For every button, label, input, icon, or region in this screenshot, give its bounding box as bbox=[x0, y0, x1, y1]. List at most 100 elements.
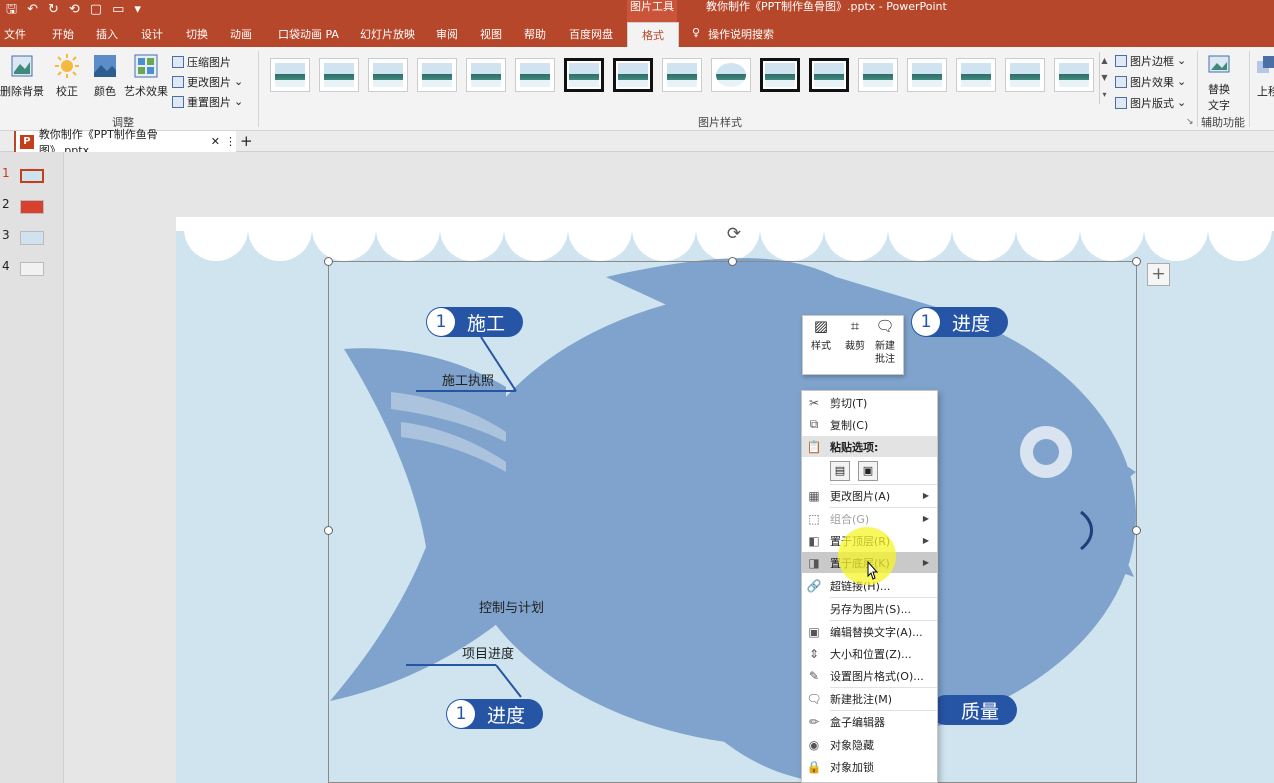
slide-thumbnail-4[interactable] bbox=[20, 262, 44, 276]
style-preview bbox=[324, 63, 354, 87]
menu-item-format-picture[interactable]: ✎ 设置图片格式(O)... bbox=[802, 665, 937, 686]
slide-thumbnail-1[interactable] bbox=[20, 169, 44, 183]
picture-style-5[interactable] bbox=[466, 58, 506, 92]
picture-style-7[interactable] bbox=[564, 58, 604, 92]
alt-text-label-2: 文字 bbox=[1208, 99, 1230, 112]
menu-item-copy[interactable]: ⧉ 复制(C) bbox=[802, 414, 937, 435]
tell-me-search[interactable]: ♀ 操作说明搜索 bbox=[692, 26, 774, 42]
picture-layout-button[interactable]: 图片版式 ⌄ bbox=[1115, 94, 1186, 111]
style-label: 样式 bbox=[811, 341, 831, 352]
picture-style-4[interactable] bbox=[417, 58, 457, 92]
alt-text-button[interactable]: 替换 文字 bbox=[1206, 53, 1232, 113]
reset-picture-button[interactable]: 重置图片 ⌄ bbox=[172, 93, 243, 110]
tab-insert[interactable]: 插入 bbox=[96, 26, 118, 42]
repeat-icon[interactable]: ⟲ bbox=[69, 2, 80, 18]
paste-picture-icon[interactable]: ▣ bbox=[858, 461, 878, 481]
tab-design[interactable]: 设计 bbox=[141, 26, 163, 42]
picture-border-button[interactable]: 图片边框 ⌄ bbox=[1115, 52, 1186, 69]
scroll-up-icon[interactable]: ▲ bbox=[1100, 52, 1109, 69]
resize-handle[interactable] bbox=[728, 257, 737, 266]
save-icon[interactable]: 🖫 bbox=[6, 2, 17, 18]
menu-item-alt-text[interactable]: ▣ 编辑替换文字(A)... bbox=[802, 621, 937, 642]
style-preview bbox=[667, 63, 697, 87]
menu-item-box-editor[interactable]: ✏ 盒子编辑器 bbox=[802, 711, 937, 732]
redo-icon[interactable]: ↻ bbox=[48, 2, 59, 18]
picture-style-14[interactable] bbox=[907, 58, 947, 92]
picture-style-17[interactable] bbox=[1054, 58, 1094, 92]
menu-item-lock-object[interactable]: 🔒 对象加锁 bbox=[802, 756, 937, 777]
scissors-icon: ✂ bbox=[808, 395, 820, 410]
picture-selection-frame[interactable] bbox=[328, 261, 1137, 783]
slide-number: 2 bbox=[2, 197, 10, 211]
tab-view[interactable]: 视图 bbox=[480, 26, 502, 42]
style-preview bbox=[912, 63, 942, 87]
rotate-handle-icon[interactable]: ⟳ bbox=[724, 224, 744, 244]
tab-baidu-netdisk[interactable]: 百度网盘 bbox=[569, 26, 613, 42]
crop-button[interactable]: ⌗ 裁剪 bbox=[845, 319, 865, 353]
picture-style-13[interactable] bbox=[858, 58, 898, 92]
resize-handle[interactable] bbox=[324, 257, 333, 266]
picture-style-15[interactable] bbox=[956, 58, 996, 92]
remove-background-button[interactable]: 删除背景 bbox=[0, 53, 44, 99]
menu-item-change-picture[interactable]: ▦ 更改图片(A) ▶ bbox=[802, 485, 937, 506]
window-title: 教你制作《PPT制作鱼骨图》.pptx - PowerPoint bbox=[706, 0, 947, 13]
tab-file[interactable]: 文件 bbox=[4, 26, 26, 42]
picture-style-6[interactable] bbox=[515, 58, 555, 92]
tab-review[interactable]: 审阅 bbox=[436, 26, 458, 42]
corrections-button[interactable]: 校正 bbox=[54, 53, 80, 99]
change-picture-button[interactable]: 更改图片 ⌄ bbox=[172, 73, 243, 90]
resize-handle[interactable] bbox=[1132, 257, 1141, 266]
new-comment-label-1: 新建 bbox=[875, 341, 895, 352]
gallery-scroll[interactable]: ▲ ▼ ▾ bbox=[1099, 52, 1109, 104]
menu-item-group[interactable]: ⬚ 组合(G) ▶ bbox=[802, 508, 937, 529]
picture-style-10[interactable] bbox=[711, 58, 751, 92]
tab-animations[interactable]: 动画 bbox=[230, 26, 252, 42]
menu-item-save-as-picture[interactable]: 另存为图片(S)... bbox=[802, 598, 937, 619]
paste-keep-icon[interactable]: ▤ bbox=[830, 461, 850, 481]
tab-help[interactable]: 帮助 bbox=[524, 26, 546, 42]
menu-item-hide-object[interactable]: ◉ 对象隐藏 bbox=[802, 734, 937, 755]
new-comment-button[interactable]: 🗨 新建 批注 bbox=[875, 319, 895, 366]
slide-thumbnail-2[interactable] bbox=[20, 200, 44, 214]
undo-icon[interactable]: ↶ bbox=[27, 2, 38, 18]
accessibility-group-label: 辅助功能 bbox=[1201, 116, 1245, 129]
more-icon[interactable]: ⋮ bbox=[225, 135, 236, 148]
picture-style-12[interactable] bbox=[809, 58, 849, 92]
picture-style-8[interactable] bbox=[613, 58, 653, 92]
picture-effects-button[interactable]: 图片效果 ⌄ bbox=[1115, 73, 1186, 90]
picture-style-9[interactable] bbox=[662, 58, 702, 92]
menu-item-cut[interactable]: ✂ 剪切(T) bbox=[802, 392, 937, 413]
ribbon-divider bbox=[258, 51, 259, 127]
tab-transitions[interactable]: 切换 bbox=[186, 26, 208, 42]
tab-slideshow[interactable]: 幻灯片放映 bbox=[360, 26, 415, 42]
resize-handle[interactable] bbox=[324, 526, 333, 535]
customize-icon[interactable]: ▾ bbox=[134, 2, 141, 18]
new-icon[interactable]: ▢ bbox=[90, 2, 102, 18]
more-icon[interactable]: ▾ bbox=[1100, 86, 1109, 103]
picture-style-11[interactable] bbox=[760, 58, 800, 92]
style-button[interactable]: ▨ 样式 bbox=[811, 319, 831, 353]
scroll-down-icon[interactable]: ▼ bbox=[1100, 69, 1109, 86]
picture-style-3[interactable] bbox=[368, 58, 408, 92]
tab-format[interactable]: 格式 bbox=[627, 22, 679, 47]
tab-home[interactable]: 开始 bbox=[52, 26, 74, 42]
close-icon[interactable]: ✕ bbox=[211, 135, 220, 148]
picture-style-2[interactable] bbox=[319, 58, 359, 92]
dialog-launcher-icon[interactable]: ↘ bbox=[1186, 117, 1194, 127]
submenu-arrow-icon: ▶ bbox=[922, 514, 929, 523]
open-icon[interactable]: ▭ bbox=[112, 2, 124, 18]
menu-item-size-position[interactable]: ⇕ 大小和位置(Z)... bbox=[802, 643, 937, 664]
menu-item-new-comment[interactable]: 🗨 新建批注(M) bbox=[802, 688, 937, 709]
bring-forward-button[interactable]: 上移 bbox=[1255, 53, 1274, 99]
slide-thumbnail-3[interactable] bbox=[20, 231, 44, 245]
color-button[interactable]: 颜色 bbox=[92, 53, 118, 99]
compress-pictures-button[interactable]: 压缩图片 bbox=[172, 53, 243, 70]
picture-style-16[interactable] bbox=[1005, 58, 1045, 92]
document-tab[interactable]: P 教你制作《PPT制作鱼骨图》.pptx ✕ ⋮ bbox=[14, 128, 236, 157]
picture-style-1[interactable] bbox=[270, 58, 310, 92]
tab-pocket-animation[interactable]: 口袋动画 PA bbox=[278, 26, 339, 42]
resize-handle[interactable] bbox=[1132, 526, 1141, 535]
artistic-effects-button[interactable]: 艺术效果 bbox=[124, 53, 168, 99]
new-tab-button[interactable]: + bbox=[240, 132, 253, 150]
layout-options-button[interactable]: + bbox=[1147, 263, 1170, 286]
